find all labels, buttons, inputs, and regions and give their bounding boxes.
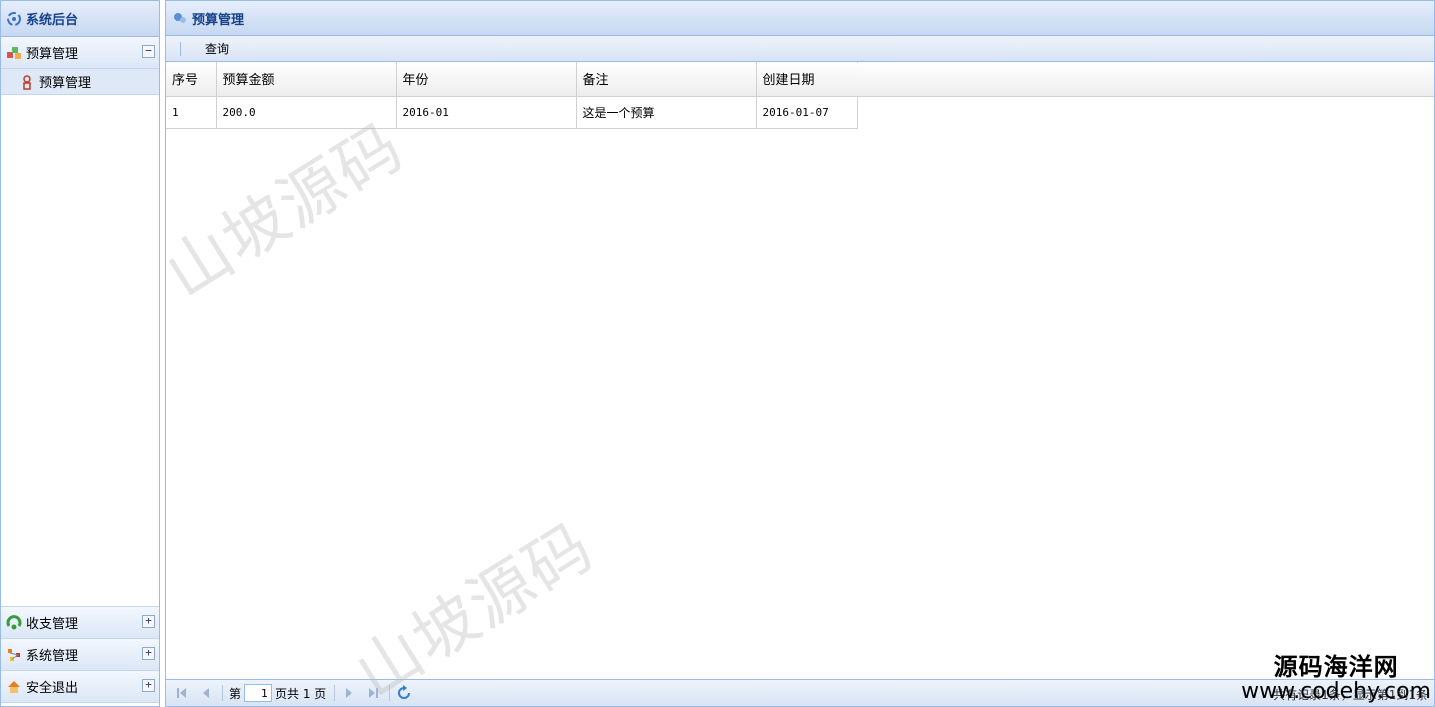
user-icon — [19, 74, 35, 90]
data-table: 序号 预算金额 年份 备注 创建日期 1 200.0 2016-01 这是一个预… — [166, 62, 858, 129]
expand-toggle[interactable]: + — [142, 647, 155, 660]
toolbar: 查询 — [166, 36, 1434, 62]
app-window: 系统后台 预算管理 − 预算管理 收支管理 + 系统管理 + 安全退出 + 预算… — [0, 0, 1435, 707]
pagination-bar: 第 页共 1 页 共有记录1条，显示第1到1条 — [166, 679, 1434, 706]
table-cell: 2016-01 — [396, 96, 577, 129]
pager-separator — [389, 685, 391, 701]
column-header[interactable]: 序号 — [166, 62, 217, 97]
query-button[interactable]: 查询 — [205, 40, 229, 57]
sidebar-section-label: 收支管理 — [26, 617, 79, 632]
refresh-icon[interactable] — [396, 685, 412, 701]
nodes-icon — [6, 647, 22, 663]
next-page-icon[interactable] — [341, 685, 357, 701]
main-panel: 预算管理 查询 序号 预算金额 年份 备注 创建日期 1 200.0 2016-… — [165, 0, 1435, 707]
table-cell: 2016-01-07 — [756, 96, 858, 129]
column-header[interactable]: 年份 — [396, 62, 577, 97]
recycle-icon — [6, 614, 22, 631]
sidebar-section-label: 安全退出 — [26, 681, 79, 696]
header-filler — [857, 63, 1434, 97]
table-row[interactable]: 1 200.0 2016-01 这是一个预算 2016-01-07 — [166, 96, 858, 129]
column-header[interactable]: 创建日期 — [756, 62, 858, 97]
toolbar-separator — [180, 41, 181, 56]
panel-header: 预算管理 — [166, 1, 1434, 36]
page-prefix: 第 — [229, 686, 242, 701]
panel-title: 预算管理 — [192, 12, 245, 28]
record-info: 共有记录1条，显示第1到1条 — [1273, 688, 1428, 702]
first-page-icon[interactable] — [174, 685, 190, 701]
sidebar-section-budget[interactable]: 预算管理 − — [1, 37, 159, 69]
page-suffix: 页共 1 页 — [275, 686, 327, 701]
expand-toggle[interactable]: + — [142, 679, 155, 692]
sidebar-header: 系统后台 — [1, 1, 159, 37]
sidebar-section-label: 系统管理 — [26, 649, 79, 664]
pager-separator — [222, 685, 223, 701]
gear-refresh-icon — [6, 11, 22, 27]
sidebar-item-label: 预算管理 — [39, 76, 92, 91]
sidebar-section-body: 预算管理 — [1, 69, 159, 607]
table-cell: 1 — [166, 96, 217, 129]
page-number-input[interactable] — [244, 684, 273, 702]
sidebar-section-income[interactable]: 收支管理 + — [1, 607, 159, 639]
column-header[interactable]: 预算金额 — [216, 62, 397, 97]
column-header[interactable]: 备注 — [576, 62, 757, 97]
sidebar-item-budget[interactable]: 预算管理 — [1, 69, 159, 95]
pager-separator — [334, 685, 336, 701]
sidebar-section-label: 预算管理 — [26, 47, 79, 62]
cubes-icon — [6, 45, 22, 61]
sidebar: 系统后台 预算管理 − 预算管理 收支管理 + 系统管理 + 安全退出 + — [0, 0, 160, 707]
table-header-row: 序号 预算金额 年份 备注 创建日期 — [166, 62, 858, 97]
sidebar-section-system[interactable]: 系统管理 + — [1, 639, 159, 671]
expand-toggle[interactable]: + — [142, 615, 155, 628]
collapse-toggle[interactable]: − — [142, 45, 155, 58]
prev-page-icon[interactable] — [198, 685, 214, 701]
table-cell: 200.0 — [216, 96, 397, 129]
home-icon — [6, 679, 22, 695]
table-cell: 这是一个预算 — [576, 96, 757, 129]
sidebar-title: 系统后台 — [26, 13, 79, 28]
last-page-icon[interactable] — [365, 685, 381, 701]
sidebar-section-logout[interactable]: 安全退出 + — [1, 671, 159, 703]
panel-icon — [172, 10, 188, 26]
